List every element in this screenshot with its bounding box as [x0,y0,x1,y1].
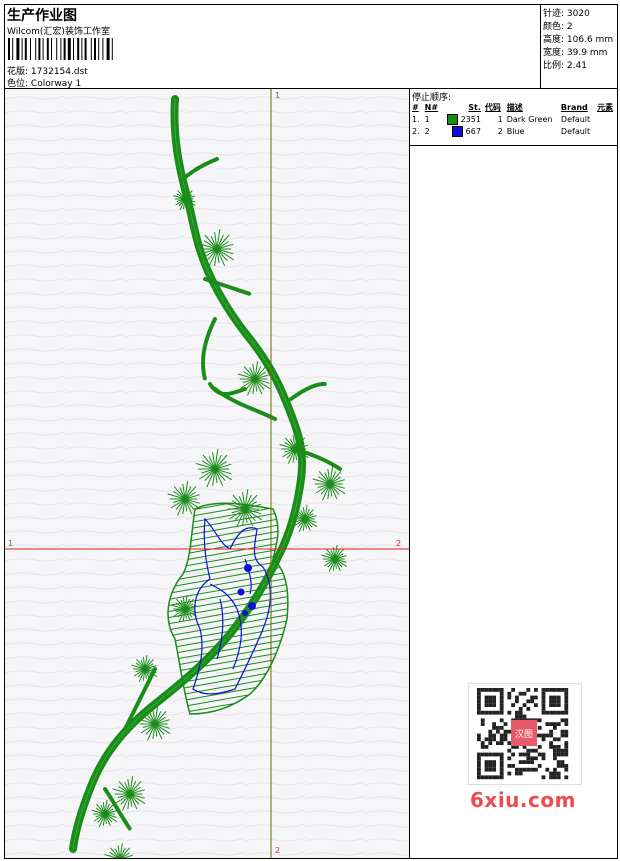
vertical-axis-top-label: 1 [275,91,281,100]
row-stitches: 2351 [442,113,483,125]
row-n: 2 [424,126,430,136]
stat-label: 高度: [543,35,565,45]
row-brand: Default [560,126,591,136]
stat-value: 106.6 mm [566,35,614,45]
stats-panel: 针迹: 3020 颜色: 2 高度: 106.6 mm 宽度: 39.9 mm … [541,5,617,89]
table-row[interactable]: 1. 1 2351 1 Dark Green Default [410,113,617,125]
stat-height: 高度: 106.6 mm [543,32,613,45]
stat-label: 宽度: [543,48,565,58]
header-info-panel: 生产作业图 Wilcom(汇宏)装饰工作室 花版: 1732154.dst 色位… [5,5,541,89]
embroidery-canvas [5,89,409,858]
horizontal-axis-right-label: 2 [396,539,402,548]
worksheet-title: 生产作业图 [7,8,77,24]
row-element [595,113,617,125]
stat-stitches: 针迹: 3020 [543,6,590,19]
table-header-row: # N# St. 代码 描述 Brand 元素 [410,101,617,113]
col-header: 元素 [597,102,614,112]
stat-value: 39.9 mm [566,48,608,58]
panel-divider [410,145,617,146]
row-brand: Default [560,114,591,124]
stat-scale: 比例: 2.41 [543,58,587,71]
horizontal-axis-left-label: 1 [8,539,14,548]
stat-colors: 颜色: 2 [543,19,573,32]
row-desc: Dark Green [506,114,553,124]
site-watermark: 6xiu.com [470,788,576,812]
row-desc: Blue [506,126,525,136]
stat-width: 宽度: 39.9 mm [543,45,607,58]
stat-label: 针迹: [543,9,565,19]
studio-name: Wilcom(汇宏)装饰工作室 [7,27,110,37]
row-num: 1. [412,114,420,124]
stop-sequence-table: # N# St. 代码 描述 Brand 元素 1. 1 2351 1 Dark… [410,101,617,137]
qr-stamp-text: 汉图 [515,729,533,740]
row-n: 1 [424,114,430,124]
stat-label: 比例: [543,61,565,71]
col-header: Brand [560,102,588,112]
colorway-value: Colorway 1 [30,79,82,89]
barcode [8,38,113,60]
col-header: 描述 [506,102,523,112]
stat-label: 颜色: [543,22,565,32]
stat-value: 2.41 [566,61,587,71]
col-header: # [412,102,419,112]
row-code: 2 [497,126,503,136]
embroidery-preview[interactable]: 1 2 1 2 [5,89,410,858]
stat-value: 2 [566,22,573,32]
vertical-axis-bottom-label: 2 [275,846,281,855]
stat-value: 3020 [566,9,590,19]
qr-code: 汉图 [468,683,582,785]
row-stitches: 667 [442,125,483,137]
col-header: St. [468,102,481,112]
color-swatch-dark-green [447,113,459,125]
stitch-count: 667 [465,126,481,136]
qr-code-image: 汉图 [477,688,569,780]
row-code: 1 [497,114,503,124]
colorway-line: 色位: Colorway 1 [7,76,81,89]
colorway-label: 色位: [7,79,29,89]
stitch-count: 2351 [460,114,481,124]
row-element [595,125,617,137]
col-header: N# [424,102,439,112]
color-swatch-blue [452,125,464,137]
col-header: 代码 [484,102,501,112]
table-row[interactable]: 2. 2 667 2 Blue Default [410,125,617,137]
row-num: 2. [412,126,420,136]
